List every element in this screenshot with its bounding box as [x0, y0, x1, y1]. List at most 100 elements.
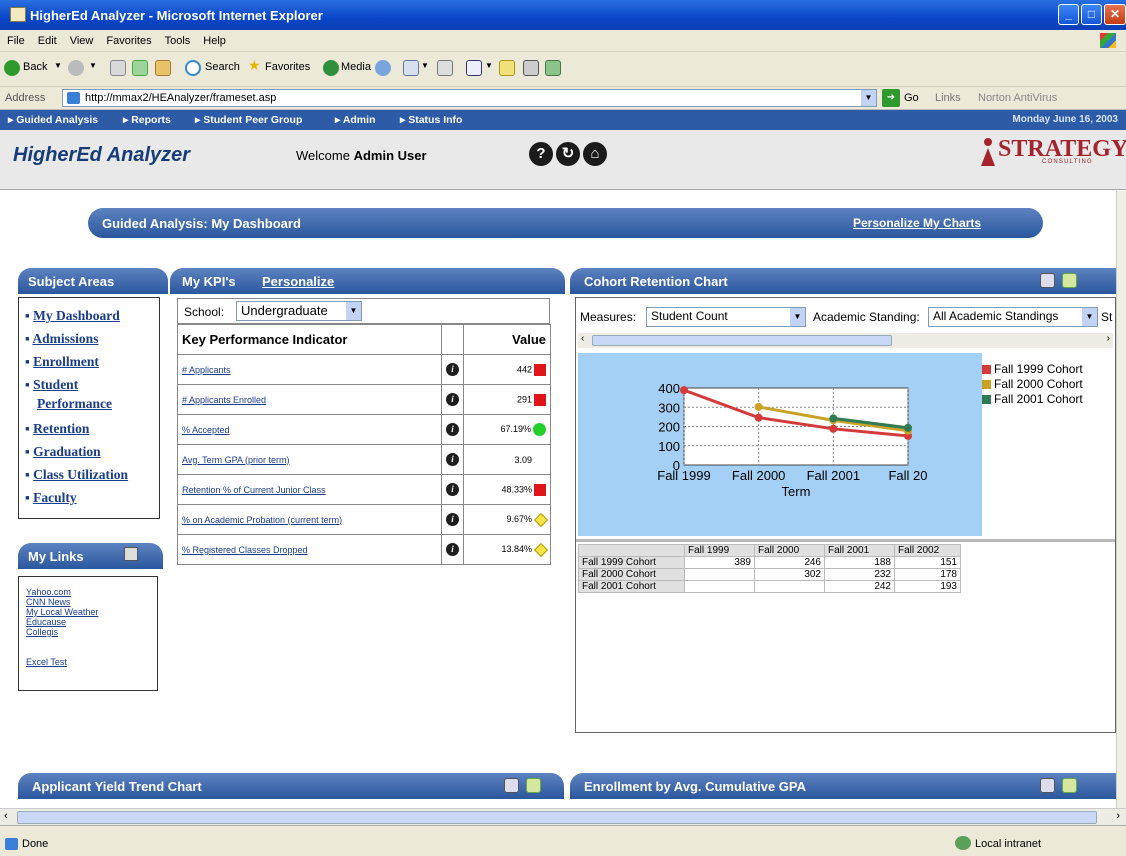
mail-dropdown-icon[interactable]: ▼ [421, 61, 429, 70]
kpi-link[interactable]: % Accepted [182, 425, 230, 435]
menu-edit[interactable]: Edit [31, 30, 63, 47]
forward-dropdown-icon[interactable]: ▼ [89, 61, 97, 70]
kpi-link[interactable]: # Applicants Enrolled [182, 395, 266, 405]
close-icon[interactable]: ✕ [1104, 4, 1126, 25]
norton-antivirus-button[interactable]: Norton AntiVirus [978, 92, 1057, 104]
link-cnn[interactable]: CNN News [26, 597, 98, 607]
pivot-col-header[interactable]: Fall 2001 [824, 544, 895, 557]
search-icon[interactable] [185, 60, 201, 76]
personalize-my-charts-link[interactable]: Personalize My Charts [853, 216, 981, 230]
subject-enrollment[interactable]: ▪ Enrollment [25, 350, 128, 373]
subject-faculty[interactable]: ▪ Faculty [25, 486, 128, 509]
links-button[interactable]: Links [935, 92, 961, 104]
kpi-link[interactable]: # Applicants [182, 365, 231, 375]
refresh-circle-icon[interactable]: ↻ [556, 142, 580, 166]
export-excel-icon[interactable] [1062, 778, 1077, 793]
kpi-link[interactable]: % on Academic Probation (current term) [182, 515, 342, 525]
link-weather[interactable]: My Local Weather [26, 607, 98, 617]
favorites-star-icon[interactable]: ★ [248, 57, 261, 74]
chart-options-icon[interactable] [1040, 273, 1055, 288]
menu-tools[interactable]: Tools [158, 30, 197, 47]
edit-links-icon[interactable] [124, 547, 138, 561]
pivot-col-header[interactable]: Fall 1999 [684, 544, 755, 557]
research-icon[interactable] [545, 60, 561, 76]
edit-dropdown-icon[interactable]: ▼ [485, 61, 493, 70]
info-icon[interactable]: i [446, 543, 459, 556]
chart-options-icon[interactable] [504, 778, 519, 793]
go-button[interactable]: Go [904, 92, 919, 104]
pivot-col-header[interactable]: Fall 2002 [894, 544, 961, 557]
info-icon[interactable]: i [446, 453, 459, 466]
academic-standing-select[interactable]: All Academic Standings ▼ [928, 307, 1098, 327]
kpi-row: Avg. Term GPA (prior term) i 3.09 [177, 444, 551, 475]
link-educause[interactable]: Educause [26, 617, 98, 627]
page-horizontal-scrollbar[interactable]: ‹ › [0, 808, 1126, 825]
nav-student-peer-group[interactable]: ▸ Student Peer Group [195, 114, 302, 126]
nav-reports[interactable]: ▸ Reports [123, 114, 171, 126]
menu-help[interactable]: Help [196, 30, 232, 47]
messenger-icon[interactable] [523, 60, 539, 76]
refresh-icon[interactable] [132, 60, 148, 76]
scroll-right-icon[interactable]: › [1116, 810, 1120, 822]
subject-class-utilization[interactable]: ▪ Class Utilization [25, 463, 128, 486]
minimize-icon[interactable]: _ [1058, 4, 1079, 25]
nav-guided-analysis[interactable]: ▸ Guided Analysis [8, 114, 98, 126]
home-icon[interactable] [155, 60, 171, 76]
back-dropdown-icon[interactable]: ▼ [54, 61, 62, 70]
pivot-row: Fall 1999 Cohort 389 246 188 151 [578, 556, 961, 569]
subject-graduation[interactable]: ▪ Graduation [25, 440, 128, 463]
export-excel-icon[interactable] [526, 778, 541, 793]
address-dropdown-icon[interactable]: ▼ [861, 90, 876, 106]
chart-options-icon[interactable] [1040, 778, 1055, 793]
school-select[interactable]: Undergraduate ▼ [236, 301, 362, 321]
media-icon[interactable] [323, 60, 339, 76]
search-button[interactable]: Search [205, 61, 240, 73]
nav-status-info[interactable]: ▸ Status Info [400, 114, 462, 126]
go-arrow-icon[interactable]: ➜ [882, 89, 900, 107]
info-icon[interactable]: i [446, 423, 459, 436]
kpi-link[interactable]: Avg. Term GPA (prior term) [182, 455, 290, 465]
home-circle-icon[interactable]: ⌂ [583, 142, 607, 166]
discuss-icon[interactable] [499, 60, 515, 76]
info-icon[interactable]: i [446, 483, 459, 496]
measures-select[interactable]: Student Count ▼ [646, 307, 806, 327]
kpi-personalize-link[interactable]: Personalize [262, 274, 334, 289]
scroll-left-icon[interactable]: ‹ [4, 810, 8, 822]
page-vertical-scrollbar[interactable] [1116, 191, 1126, 808]
subject-student-performance[interactable]: ▪ Student Performance [25, 375, 128, 413]
link-collegis[interactable]: Collegis [26, 627, 98, 637]
scroll-thumb[interactable] [17, 811, 1097, 824]
print-icon[interactable] [437, 60, 453, 76]
menu-file[interactable]: File [0, 30, 31, 47]
mail-icon[interactable] [403, 60, 419, 76]
info-icon[interactable]: i [446, 513, 459, 526]
help-icon[interactable]: ? [529, 142, 553, 166]
chart-scrollbar[interactable]: ‹ › [578, 333, 1113, 348]
menu-view[interactable]: View [63, 30, 100, 47]
favorites-button[interactable]: Favorites [265, 61, 310, 73]
subject-admissions[interactable]: ▪ Admissions [25, 327, 128, 350]
menu-favorites[interactable]: Favorites [99, 30, 157, 47]
splitter[interactable] [576, 539, 1115, 542]
word-icon[interactable] [466, 60, 482, 76]
media-button[interactable]: Media [341, 61, 371, 73]
pivot-col-header[interactable]: Fall 2000 [754, 544, 825, 557]
link-excel-test[interactable]: Excel Test [26, 657, 98, 667]
forward-icon[interactable] [68, 60, 84, 76]
link-yahoo[interactable]: Yahoo.com [26, 587, 98, 597]
subject-retention[interactable]: ▪ Retention [25, 417, 128, 440]
kpi-link[interactable]: % Registered Classes Dropped [182, 545, 308, 555]
info-icon[interactable]: i [446, 363, 459, 376]
back-arrow-icon[interactable] [4, 60, 20, 76]
maximize-icon[interactable]: □ [1081, 4, 1102, 25]
legend-item-1999: Fall 1999 Cohort [982, 362, 1083, 377]
kpi-link[interactable]: Retention % of Current Junior Class [182, 485, 326, 495]
nav-admin[interactable]: ▸ Admin [335, 114, 375, 126]
history-icon[interactable] [375, 60, 391, 76]
stop-icon[interactable] [110, 60, 126, 76]
address-input[interactable]: http://mmax2/HEAnalyzer/frameset.asp ▼ [62, 89, 877, 107]
subject-my-dashboard[interactable]: ▪ My Dashboard [25, 304, 128, 327]
info-icon[interactable]: i [446, 393, 459, 406]
export-excel-icon[interactable] [1062, 273, 1077, 288]
back-button[interactable]: Back [23, 61, 47, 73]
